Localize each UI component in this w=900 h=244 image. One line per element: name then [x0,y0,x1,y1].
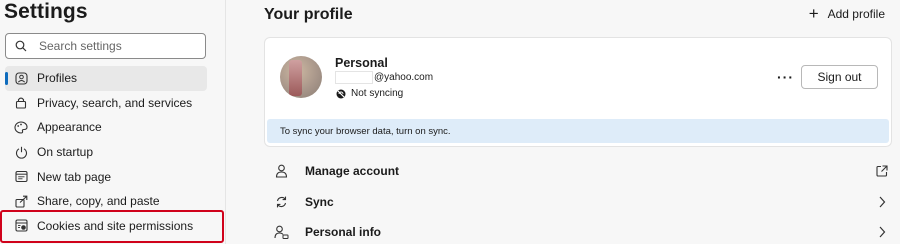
row-label: Personal info [305,225,382,239]
chevron-right-icon[interactable] [874,194,890,210]
sidebar-item-label: Share, copy, and paste [37,194,160,209]
page-title: Your profile [264,6,353,23]
sync-icon [273,194,289,210]
sync-status-label: Not syncing [351,88,404,99]
sync-status: Not syncing [336,88,403,99]
sign-out-button[interactable]: Sign out [801,65,878,89]
person-icon [273,163,289,179]
search-icon [15,40,27,52]
sidebar-item-appearance[interactable]: Appearance [5,115,207,140]
row-manage-account[interactable]: Manage account [264,158,890,184]
profile-name: Personal [335,56,388,70]
lock-icon [13,95,29,111]
avatar-image [289,60,302,96]
row-label: Sync [305,195,334,209]
search-box[interactable] [5,33,206,59]
highlight-box [0,210,224,243]
sidebar-item-on-startup[interactable]: On startup [5,140,207,165]
power-icon [13,144,29,160]
more-options-button[interactable]: ··· [777,69,794,85]
sidebar-item-label: On startup [37,145,94,160]
sidebar-item-label: New tab page [37,169,112,184]
profile-card: Personal @yahoo.com Not syncing ··· Sign… [264,37,892,147]
new-tab-icon [13,169,29,185]
sidebar-item-new-tab[interactable]: New tab page [5,164,207,189]
sidebar-title: Settings [4,0,88,23]
not-syncing-icon [336,89,346,98]
profile-email: @yahoo.com [374,72,434,83]
sync-banner-text: To sync your browser data, turn on sync. [280,125,451,137]
share-icon [13,193,29,209]
sidebar-item-privacy[interactable]: Privacy, search, and services [5,91,207,116]
add-profile-button[interactable]: + Add profile [808,4,885,23]
external-link-icon[interactable] [874,163,890,179]
sidebar-item-label: Appearance [37,120,102,135]
row-label: Manage account [305,164,400,178]
sync-banner: To sync your browser data, turn on sync. [267,119,889,143]
sidebar-item-profiles[interactable]: Profiles [5,66,207,91]
avatar[interactable] [280,56,322,98]
main-content: Your profile + Add profile Personal @yah… [226,0,900,244]
personal-info-icon [273,224,289,240]
chevron-right-icon[interactable] [874,224,890,240]
row-sync[interactable]: Sync [264,189,890,215]
appearance-icon [13,119,29,135]
add-profile-label: Add profile [827,7,885,21]
plus-icon: + [808,4,819,23]
email-redaction [335,71,373,84]
profiles-icon [13,70,29,86]
sidebar-item-label: Profiles [37,71,78,86]
search-input[interactable] [39,39,189,53]
row-personal-info[interactable]: Personal info [264,219,890,244]
settings-sidebar: Settings Profiles Privacy, search, and s… [0,0,226,244]
sidebar-item-label: Privacy, search, and services [37,95,193,110]
